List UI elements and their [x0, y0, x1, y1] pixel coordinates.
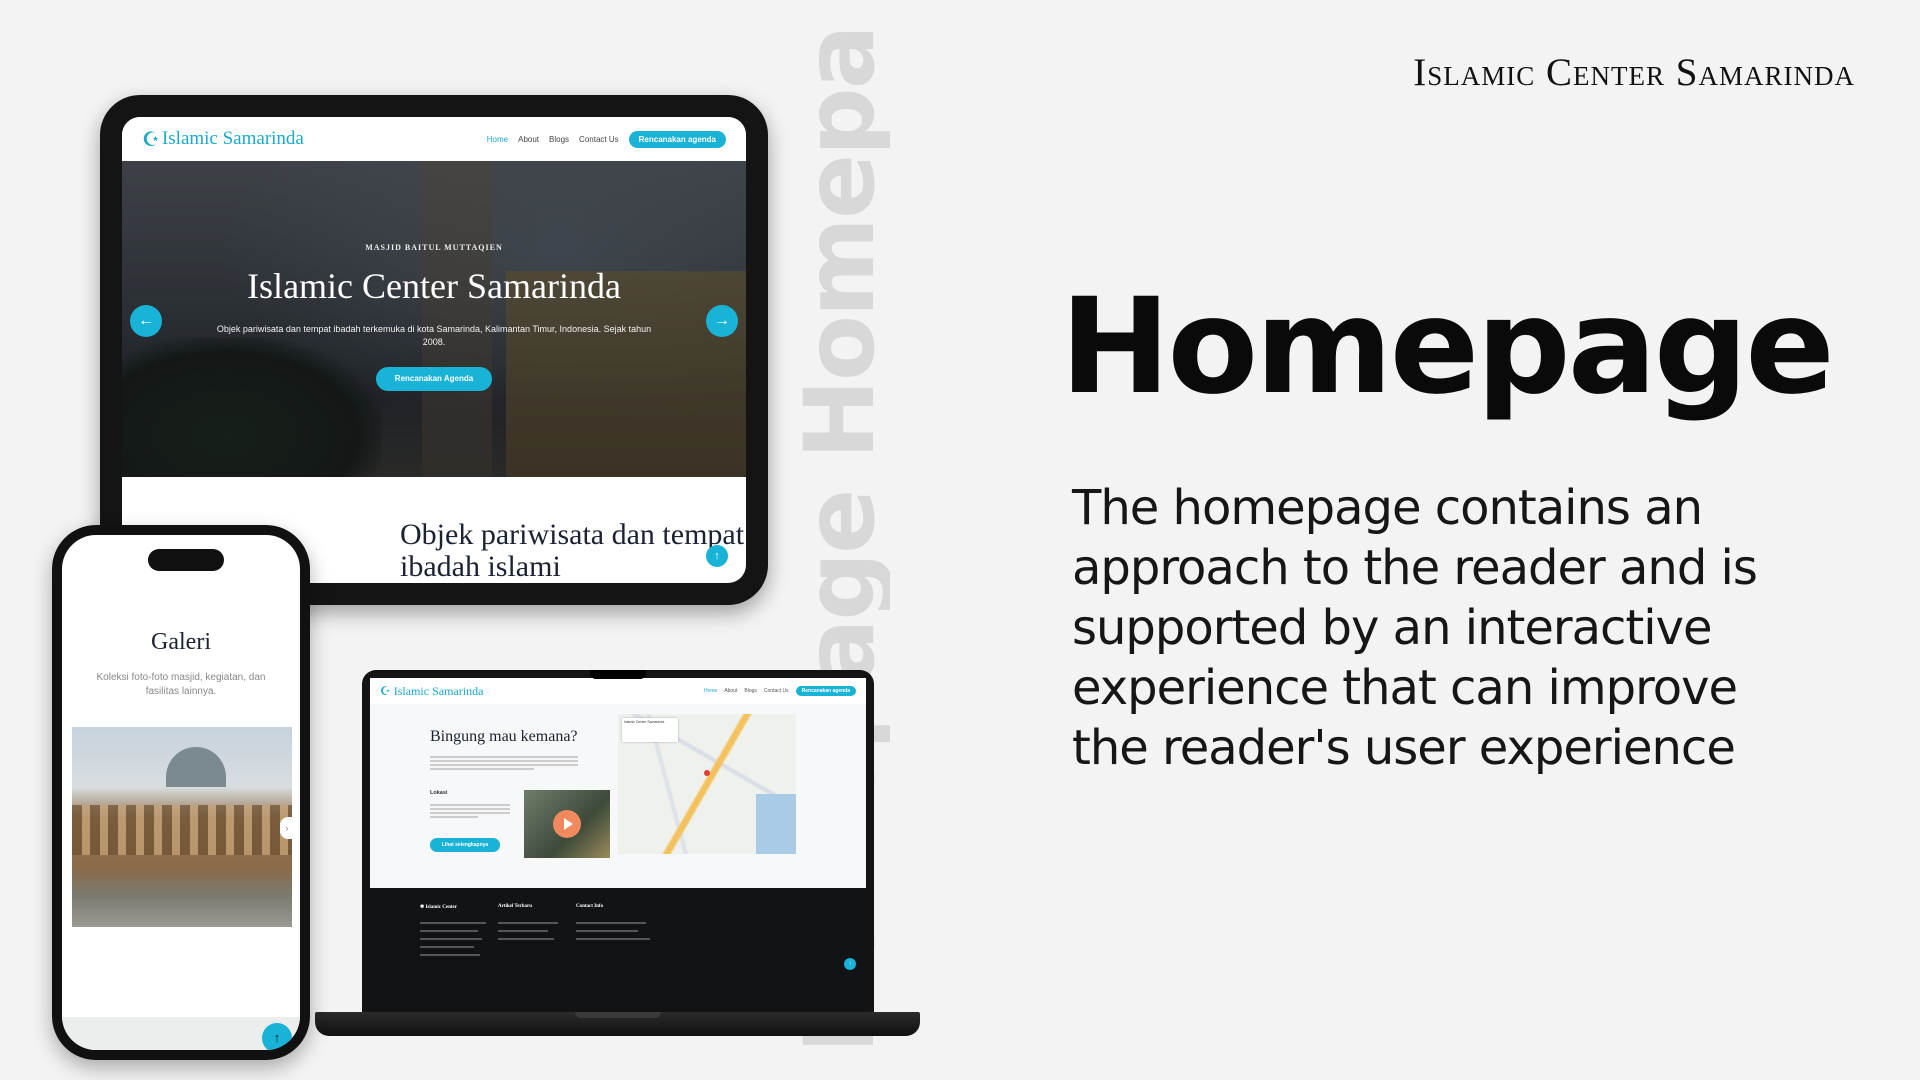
- hero-overlay: [122, 161, 746, 477]
- laptop-logo-text: Islamic Samarinda: [393, 683, 484, 698]
- photo-arches: [72, 805, 292, 855]
- map-info-card: Islamic Center Samarinda: [622, 718, 678, 742]
- laptop-section-title: Bingung mau kemana?: [430, 728, 578, 745]
- footer-text-line: [420, 946, 474, 948]
- footer-text-line: [420, 954, 480, 956]
- photo-dome: [166, 747, 226, 787]
- arrow-right-icon[interactable]: →: [706, 305, 738, 337]
- laptop-base: [315, 1012, 920, 1036]
- crescent-icon: ☪: [142, 128, 160, 151]
- nav-about[interactable]: About: [518, 135, 539, 144]
- nav-blogs[interactable]: Blogs: [549, 135, 569, 144]
- footer-text-line: [576, 922, 646, 924]
- laptop-paragraph: [430, 754, 578, 772]
- scroll-top-icon[interactable]: ↑: [706, 545, 728, 567]
- video-thumbnail[interactable]: [524, 790, 610, 858]
- laptop-screen: ☪ Islamic Samarinda Home About Blogs Con…: [370, 678, 866, 1012]
- footer-col-about-title: Islamic Center: [425, 905, 457, 910]
- play-icon[interactable]: [553, 810, 581, 838]
- laptop-footer: ✱ Islamic Center Artikel Terbaru Contact…: [370, 888, 866, 1012]
- arrow-left-icon[interactable]: ←: [130, 305, 162, 337]
- tablet-hero: MASJID BAITUL MUTTAQIEN Islamic Center S…: [122, 161, 746, 477]
- scroll-top-icon[interactable]: ↑: [262, 1023, 292, 1050]
- hero-title: Islamic Center Samarinda: [247, 266, 621, 306]
- nav-blogs[interactable]: Blogs: [744, 688, 757, 694]
- nav-home[interactable]: Home: [487, 135, 508, 144]
- chevron-right-icon[interactable]: ›: [280, 817, 294, 839]
- tablet-nav-links: Home About Blogs Contact Us Rencanakan a…: [487, 130, 726, 148]
- footer-text-line: [498, 938, 554, 940]
- footer-col-about: ✱ Islamic Center: [420, 905, 457, 910]
- footer-text-line: [576, 938, 650, 940]
- tablet-screen: ☪ Islamic Samarinda Home About Blogs Con…: [122, 117, 746, 583]
- gallery-title: Galeri: [151, 629, 211, 655]
- hero-kicker: MASJID BAITUL MUTTAQIEN: [365, 243, 503, 252]
- footer-col-contact: Contact Info: [576, 904, 604, 909]
- hero-subtitle: Objek pariwisata dan tempat ibadah terke…: [216, 324, 652, 347]
- see-more-button[interactable]: Lihat selengkapnya: [430, 838, 500, 852]
- gallery-photo[interactable]: ›: [72, 727, 294, 927]
- footer-text-line: [420, 938, 482, 940]
- map-water: [756, 794, 796, 854]
- phone-screen: Galeri Koleksi foto-foto masjid, kegiata…: [62, 535, 300, 1050]
- section-title: Objek pariwisata dan tempat ibadah islam…: [400, 518, 745, 583]
- tablet-logo[interactable]: ☪ Islamic Samarinda: [142, 127, 304, 152]
- hero-cta-button[interactable]: Rencanakan Agenda: [376, 367, 492, 391]
- scroll-top-icon[interactable]: ↑: [844, 958, 856, 970]
- map-embed[interactable]: Islamic Center Samarinda: [618, 714, 796, 854]
- tablet-logo-text: Islamic Samarinda: [161, 128, 304, 149]
- laptop-navbar: ☪ Islamic Samarinda Home About Blogs Con…: [370, 678, 866, 704]
- footer-text-line: [498, 930, 548, 932]
- tablet-navbar: ☪ Islamic Samarinda Home About Blogs Con…: [122, 117, 746, 161]
- laptop-mockup: ☪ Islamic Samarinda Home About Blogs Con…: [362, 670, 874, 1012]
- dynamic-island: [148, 549, 224, 571]
- headline: Homepage: [1060, 270, 1835, 424]
- phone-mockup: Galeri Koleksi foto-foto masjid, kegiata…: [52, 525, 310, 1060]
- footer-text-line: [420, 930, 478, 932]
- footer-text-line: [420, 922, 486, 924]
- laptop-nav-links: Home About Blogs Contact Us Rencanakan a…: [704, 686, 856, 696]
- map-pin-icon[interactable]: [704, 770, 710, 776]
- nav-contact[interactable]: Contact Us: [764, 688, 789, 694]
- gallery-subtitle: Koleksi foto-foto masjid, kegiatan, dan …: [96, 672, 266, 697]
- footer-text-line: [576, 930, 638, 932]
- description: The homepage contains an approach to the…: [1072, 480, 1758, 776]
- brand-title: Islamic Center Samarinda: [1413, 51, 1855, 94]
- location-label: Lokasi: [430, 790, 448, 796]
- laptop-notch: [590, 670, 646, 679]
- nav-contact[interactable]: Contact Us: [579, 135, 619, 144]
- location-address: [430, 802, 510, 820]
- nav-home[interactable]: Home: [704, 688, 717, 694]
- nav-cta-button[interactable]: Rencanakan agenda: [795, 686, 856, 696]
- nav-cta-button[interactable]: Rencanakan agenda: [628, 130, 726, 148]
- footer-text-line: [498, 922, 558, 924]
- footer-col-articles: Artikel Terbaru: [498, 904, 533, 909]
- nav-about[interactable]: About: [724, 688, 737, 694]
- laptop-logo[interactable]: ☪ Islamic Samarinda: [380, 684, 483, 699]
